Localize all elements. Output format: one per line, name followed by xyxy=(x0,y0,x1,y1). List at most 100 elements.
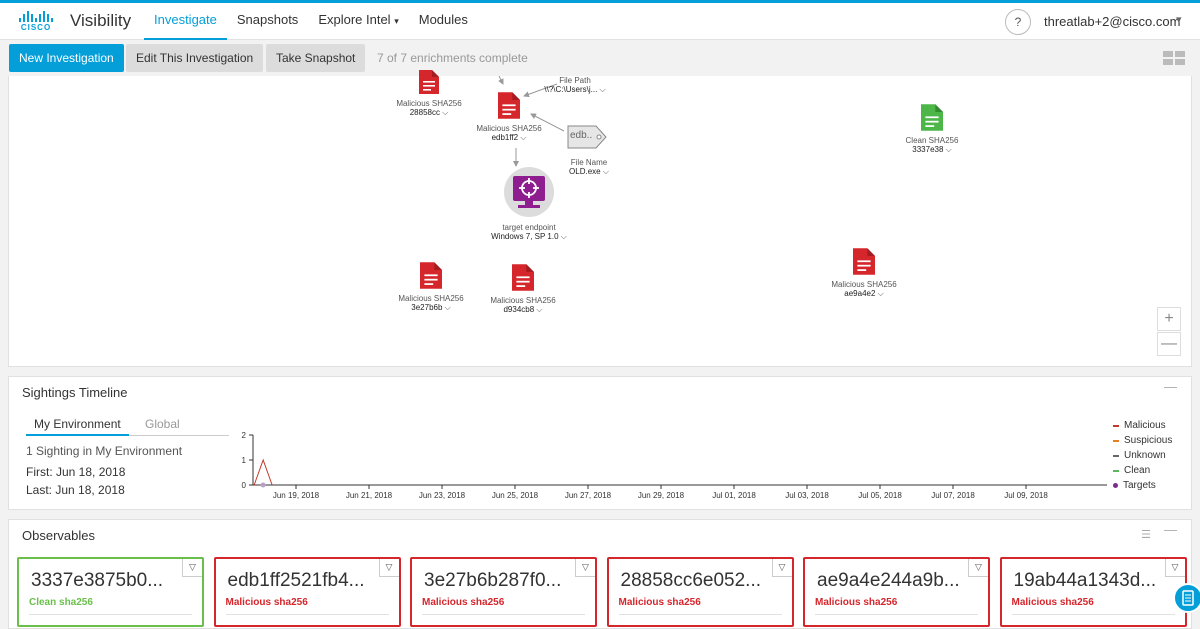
minimize-icon[interactable]: — xyxy=(1164,379,1177,394)
node-file-name-tag[interactable]: edb.. xyxy=(565,124,609,150)
card-divider xyxy=(225,614,389,615)
observables-panel: Observables ☰ — 3337e3875b0... Clean sha2… xyxy=(8,519,1192,629)
chevron-down-icon[interactable]: ⌵ xyxy=(536,305,542,314)
document-icon xyxy=(1182,590,1194,606)
user-menu[interactable]: threatlab+2@cisco.com xyxy=(1044,14,1180,29)
x-tick-label: Jun 19, 2018 xyxy=(273,491,320,500)
node-malicious-ae9a4e2[interactable]: Malicious SHA256 ae9a4e2 ⌵ xyxy=(824,248,904,299)
node-malicious-edb1ff2[interactable]: Malicious SHA256 edb1ff2 ⌵ xyxy=(466,92,552,143)
node-target-endpoint[interactable]: target endpoint Windows 7, SP 1.0 ⌵ xyxy=(477,166,581,242)
chevron-down-icon[interactable]: ▽ xyxy=(1164,559,1185,577)
x-tick-label: Jul 01, 2018 xyxy=(712,491,756,500)
node-label: Clean SHA256 xyxy=(905,136,959,145)
x-tick-label: Jun 21, 2018 xyxy=(346,491,393,500)
x-tick-label: Jul 09, 2018 xyxy=(1004,491,1048,500)
first-seen: First: Jun 18, 2018 xyxy=(26,465,126,479)
legend-label: Malicious xyxy=(1124,420,1166,431)
chevron-down-icon[interactable]: ▽ xyxy=(968,559,988,577)
node-value: \\?\C:\Users\j... xyxy=(544,85,598,94)
sightings-tabs: My Environment Global xyxy=(26,415,229,436)
zoom-out-button[interactable]: — xyxy=(1157,332,1181,356)
chevron-down-icon[interactable]: ⌵ xyxy=(600,85,606,94)
node-value: edb1ff2 xyxy=(491,133,519,142)
app-title: Visibility xyxy=(70,11,132,30)
x-tick-label: Jun 25, 2018 xyxy=(492,491,539,500)
card-divider xyxy=(422,614,585,615)
observable-hash: ae9a4e244a9b... xyxy=(817,570,960,591)
node-malicious-d934cb8[interactable]: Malicious SHA256 d934cb8 ⌵ xyxy=(483,264,563,315)
chevron-down-icon[interactable]: ▽ xyxy=(378,559,399,577)
help-button[interactable]: ? xyxy=(1005,9,1031,35)
chevron-down-icon[interactable]: ⌵ xyxy=(878,289,884,298)
new-investigation-button[interactable]: New Investigation xyxy=(9,44,124,72)
observable-card[interactable]: 3337e3875b0... Clean sha256 ▽ xyxy=(17,557,204,627)
sightings-timeline-panel: Sightings Timeline — My Environment Glob… xyxy=(8,376,1192,510)
node-clean-3337e38[interactable]: Clean SHA256 3337e38 ⌵ xyxy=(892,104,972,155)
legend-swatch xyxy=(1113,424,1119,427)
action-bar: New Investigation Edit This Investigatio… xyxy=(0,40,1200,76)
card-divider xyxy=(815,614,978,615)
edit-investigation-button[interactable]: Edit This Investigation xyxy=(126,44,264,72)
y-tick-label: 2 xyxy=(242,431,247,440)
chevron-down-icon[interactable]: ▽ xyxy=(771,559,792,577)
node-label: Malicious SHA256 xyxy=(396,99,462,108)
node-malicious-28858cc[interactable]: Malicious SHA256 28858cc ⌵ xyxy=(389,70,469,118)
observable-hash: 3337e3875b0... xyxy=(31,570,164,591)
chevron-down-icon[interactable]: ⌵ xyxy=(603,167,609,176)
file-icon xyxy=(420,262,442,289)
legend-item[interactable]: Targets xyxy=(1113,478,1172,493)
layout-toggle-icon[interactable] xyxy=(1163,51,1185,65)
tab-my-environment[interactable]: My Environment xyxy=(26,417,129,436)
node-malicious-3e27b6b[interactable]: Malicious SHA256 3e27b6b ⌵ xyxy=(391,262,471,313)
minimize-icon[interactable]: — xyxy=(1164,522,1177,537)
nav-explore-intel[interactable]: Explore Intel ▾ xyxy=(308,3,408,40)
observable-card[interactable]: 19ab44a1343d... Malicious sha256 ▽ xyxy=(999,557,1187,627)
chevron-down-icon[interactable]: ⌵ xyxy=(445,303,451,312)
chevron-down-icon[interactable]: ⌵ xyxy=(520,133,526,142)
tab-global[interactable]: Global xyxy=(137,417,188,431)
sightings-chart[interactable]: 2 1 0 Jun 19, 2018 Jun 21, 2018 Jun 23, 2018 J… xyxy=(231,427,1111,505)
legend-item[interactable]: Suspicious xyxy=(1113,433,1172,448)
list-view-icon[interactable]: ☰ xyxy=(1141,528,1151,541)
x-tick-label: Jul 07, 2018 xyxy=(931,491,975,500)
legend-item[interactable]: Clean xyxy=(1113,463,1172,478)
observable-hash: 3e27b6b287f0... xyxy=(424,570,562,591)
chevron-down-icon[interactable]: ▽ xyxy=(575,559,595,577)
zoom-in-button[interactable]: + xyxy=(1157,307,1181,331)
observable-hash: edb1ff2521fb4... xyxy=(227,570,365,591)
nav-snapshots[interactable]: Snapshots xyxy=(227,3,308,40)
chevron-down-icon[interactable]: ⌵ xyxy=(561,232,567,241)
cisco-logo[interactable]: CISCO xyxy=(18,11,54,33)
tag-text: edb.. xyxy=(570,130,593,141)
observable-status: Clean sha256 xyxy=(29,597,93,608)
y-tick-label: 1 xyxy=(242,456,247,465)
chevron-down-icon[interactable]: ▾ xyxy=(1176,13,1182,26)
chevron-down-icon[interactable]: ⌵ xyxy=(946,145,952,154)
legend-item[interactable]: Unknown xyxy=(1113,448,1172,463)
take-snapshot-button[interactable]: Take Snapshot xyxy=(266,44,366,72)
chevron-down-icon[interactable]: ▽ xyxy=(182,559,202,577)
chart-legend: Malicious Suspicious Unknown Clean Targe… xyxy=(1113,418,1172,493)
observable-card[interactable]: 3e27b6b287f0... Malicious sha256 ▽ xyxy=(410,557,597,627)
file-icon xyxy=(498,92,520,119)
x-tick-label: Jun 23, 2018 xyxy=(419,491,466,500)
observable-card[interactable]: ae9a4e244a9b... Malicious sha256 ▽ xyxy=(803,557,990,627)
observable-status: Malicious sha256 xyxy=(1011,597,1094,608)
legend-item[interactable]: Malicious xyxy=(1113,418,1172,433)
file-icon xyxy=(512,264,534,291)
legend-label: Unknown xyxy=(1124,450,1166,461)
investigation-graph[interactable]: Malicious SHA256 28858cc ⌵ Malicious SHA… xyxy=(8,70,1192,367)
legend-swatch xyxy=(1113,439,1119,442)
node-label: Malicious SHA256 xyxy=(490,296,556,305)
chevron-down-icon: ▾ xyxy=(394,16,399,26)
legend-label: Suspicious xyxy=(1124,435,1173,446)
node-file-path[interactable]: File Path \\?\C:\Users\j... ⌵ xyxy=(537,76,613,95)
main-nav: Investigate Snapshots Explore Intel ▾ Mo… xyxy=(144,3,478,40)
nav-investigate[interactable]: Investigate xyxy=(144,3,227,40)
observable-card[interactable]: 28858cc6e052... Malicious sha256 ▽ xyxy=(606,557,794,627)
nav-modules[interactable]: Modules xyxy=(409,3,478,40)
chat-support-button[interactable] xyxy=(1173,583,1200,613)
observable-status: Malicious sha256 xyxy=(225,597,308,608)
observable-card[interactable]: edb1ff2521fb4... Malicious sha256 ▽ xyxy=(213,557,401,627)
chevron-down-icon[interactable]: ⌵ xyxy=(442,108,448,117)
